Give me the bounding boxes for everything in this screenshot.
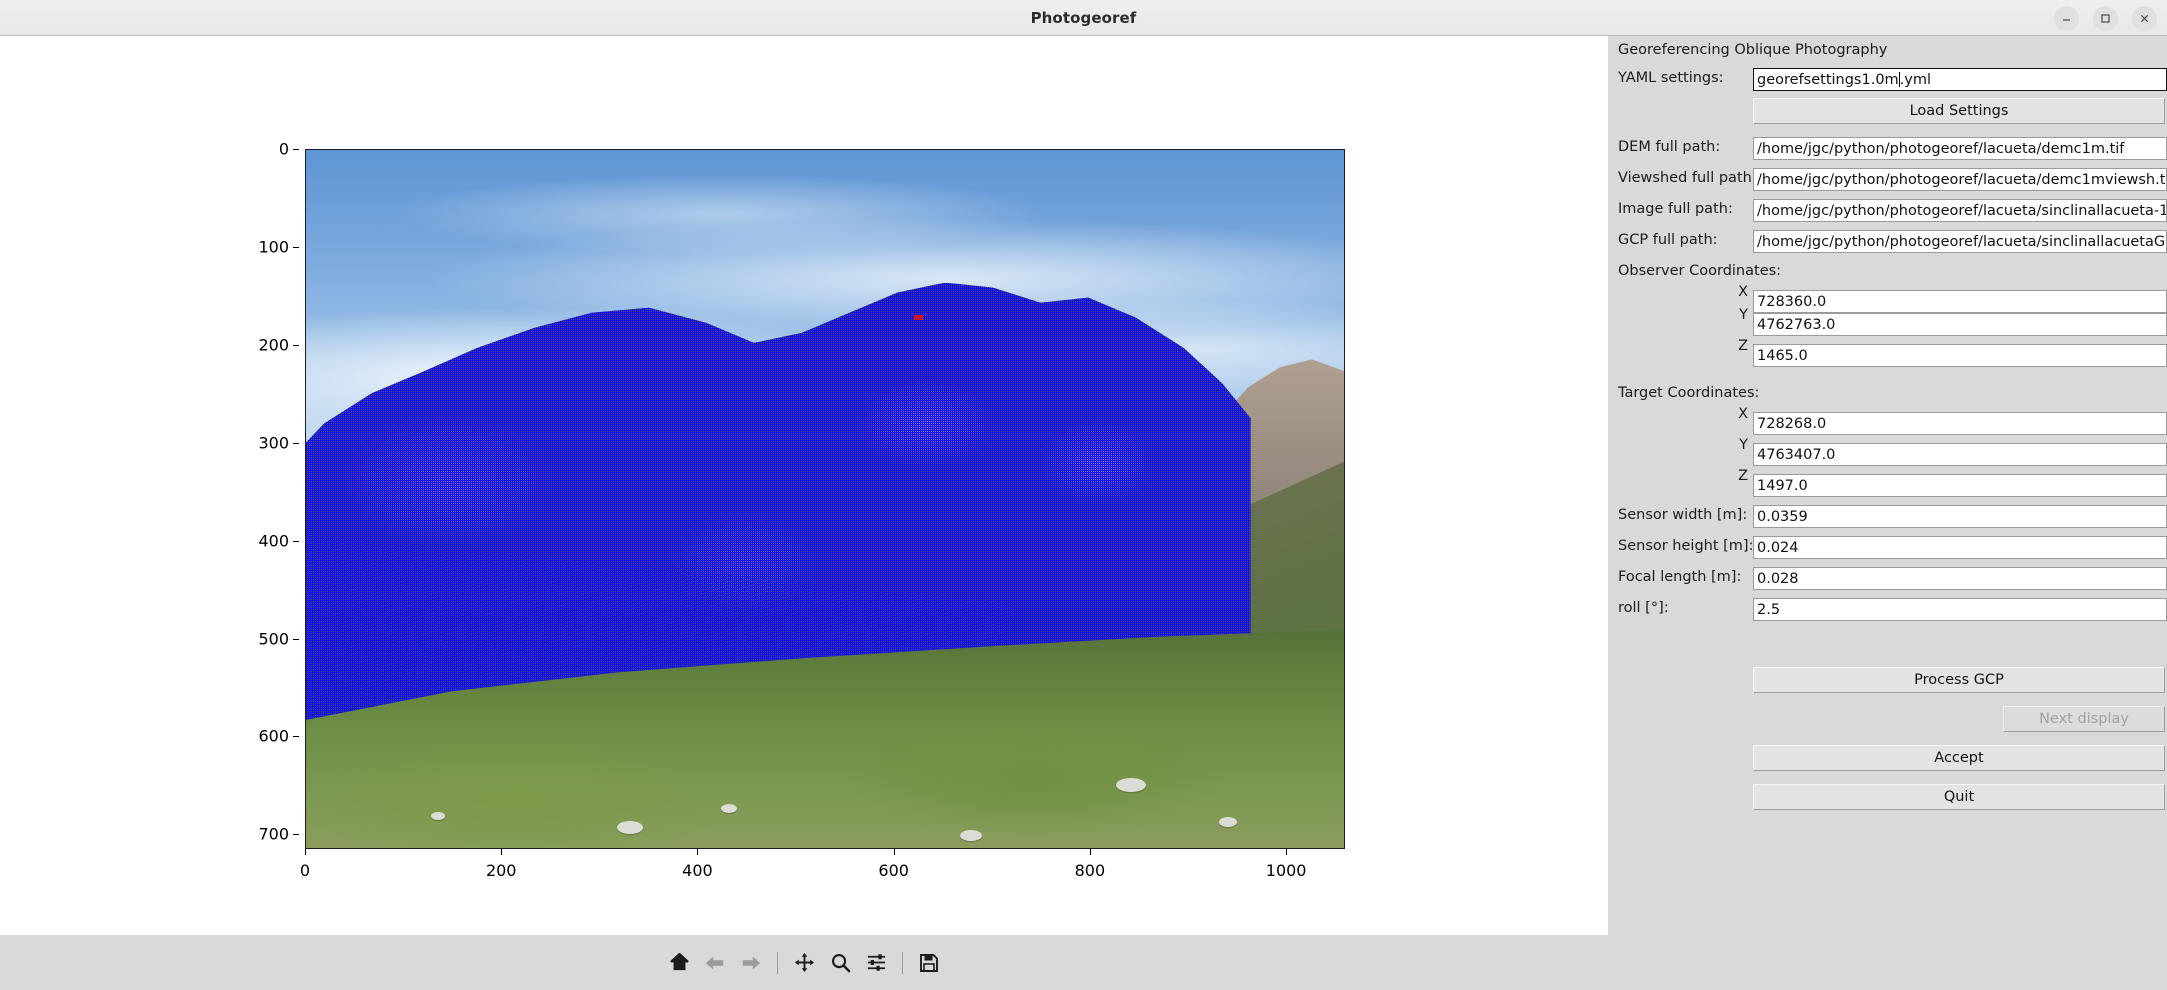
focal-length-label: Focal length [m]:	[1618, 569, 1742, 585]
y-tick-label: 300	[258, 433, 289, 453]
y-tick-mark	[293, 638, 299, 640]
yaml-value-before-caret: georefsettings1.0m	[1757, 71, 1899, 88]
maximize-button[interactable]	[2093, 5, 2118, 31]
window-controls	[2054, 0, 2157, 36]
observer-x-input[interactable]: 728360.0	[1753, 290, 2167, 313]
y-tick-mark	[293, 246, 299, 248]
y-tick-mark	[293, 540, 299, 542]
roll-label: roll [°]:	[1618, 600, 1669, 616]
observer-y-label: Y	[1739, 307, 1748, 323]
sensor-width-label: Sensor width [m]:	[1618, 507, 1748, 523]
target-coordinates-title: Target Coordinates:	[1618, 385, 1760, 401]
viewshed-path-input[interactable]: /home/jgc/python/photogeoref/lacueta/dem…	[1753, 168, 2167, 191]
y-tick-mark	[293, 149, 299, 150]
forward-arrow-icon[interactable]	[733, 946, 769, 980]
yaml-settings-label: YAML settings:	[1618, 70, 1724, 86]
x-tick-mark	[1089, 849, 1091, 855]
gcp-path-label: GCP full path:	[1618, 232, 1718, 248]
target-y-label: Y	[1739, 437, 1748, 453]
focal-length-input[interactable]: 0.028	[1753, 567, 2167, 590]
y-tick-label: 400	[258, 531, 289, 551]
y-tick-label: 100	[258, 237, 289, 257]
roll-input[interactable]: 2.5	[1753, 598, 2167, 621]
toolbar-separator	[902, 951, 903, 974]
rock	[1115, 778, 1146, 793]
settings-panel: Georeferencing Oblique Photography YAML …	[1608, 36, 2167, 990]
x-tick-label: 600	[878, 861, 909, 880]
target-y-input[interactable]: 4763407.0	[1753, 443, 2167, 466]
y-tick-mark	[293, 736, 299, 738]
x-tick-label: 200	[485, 861, 517, 880]
x-tick-mark	[1286, 849, 1288, 855]
save-icon[interactable]	[911, 946, 947, 980]
sensor-height-label: Sensor height [m]:	[1618, 538, 1754, 554]
quit-button[interactable]: Quit	[1753, 784, 2165, 810]
configure-subplots-icon[interactable]	[858, 946, 894, 980]
target-z-input[interactable]: 1497.0	[1753, 474, 2167, 497]
x-axis-ticks: 0 200 400 600 800 1000	[300, 849, 1345, 889]
viewshed-path-label: Viewshed full path:	[1618, 170, 1757, 186]
x-tick-mark	[501, 849, 503, 855]
x-tick-mark	[305, 849, 306, 855]
x-tick-label: 1000	[1265, 861, 1307, 880]
yaml-settings-input[interactable]: georefsettings1.0m .yml	[1753, 68, 2167, 91]
target-x-input[interactable]: 728268.0	[1753, 412, 2167, 435]
sensor-width-input[interactable]: 0.0359	[1753, 505, 2167, 528]
accept-button[interactable]: Accept	[1753, 745, 2165, 771]
matplotlib-toolbar[interactable]	[0, 935, 1608, 990]
back-arrow-icon[interactable]	[697, 946, 733, 980]
observer-z-label: Z	[1738, 338, 1748, 354]
rock	[430, 812, 445, 821]
observer-y-input[interactable]: 4762763.0	[1753, 313, 2167, 336]
process-gcp-button[interactable]: Process GCP	[1753, 667, 2165, 693]
gcp-path-input[interactable]: /home/jgc/python/photogeoref/lacueta/sin…	[1753, 230, 2167, 253]
next-display-label: Next display	[2039, 711, 2129, 727]
dem-path-label: DEM full path:	[1618, 139, 1721, 155]
x-tick-mark	[893, 849, 895, 855]
sensor-height-input[interactable]: 0.024	[1753, 536, 2167, 559]
gcp-marker	[914, 314, 924, 320]
y-tick-mark	[293, 834, 299, 836]
x-tick-label: 0	[299, 861, 311, 880]
toolbar-separator	[777, 951, 778, 974]
image-path-label: Image full path:	[1618, 201, 1733, 217]
process-gcp-label: Process GCP	[1914, 672, 2004, 688]
image-path-input[interactable]: /home/jgc/python/photogeoref/lacueta/sin…	[1753, 199, 2167, 222]
figure-canvas[interactable]: 0 100 200 300 400 500 600 700 0 200 400 600 800 1000	[0, 36, 1608, 935]
home-icon[interactable]	[661, 946, 697, 980]
y-tick-label: 200	[258, 335, 289, 355]
accept-label: Accept	[1934, 750, 1984, 766]
quit-label: Quit	[1943, 789, 1975, 805]
observer-x-label: X	[1738, 284, 1748, 300]
load-settings-button[interactable]: Load Settings	[1753, 98, 2165, 124]
panel-heading: Georeferencing Oblique Photography	[1618, 42, 1888, 58]
photo-viewshed-plot[interactable]: 0 100 200 300 400 500 600 700 0 200 400 600 800 1000	[258, 140, 1345, 880]
minimize-button[interactable]	[2054, 5, 2079, 31]
pan-icon[interactable]	[786, 946, 822, 980]
zoom-icon[interactable]	[822, 946, 858, 980]
next-display-button[interactable]: Next display	[2003, 706, 2165, 732]
yaml-value-after-caret: .yml	[1899, 71, 1932, 88]
dem-path-input[interactable]: /home/jgc/python/photogeoref/lacueta/dem…	[1753, 137, 2167, 160]
x-tick-label: 400	[682, 861, 713, 880]
target-z-label: Z	[1738, 468, 1748, 484]
y-tick-label: 700	[258, 824, 289, 844]
y-axis-ticks: 0 100 200 300 400 500 600 700	[243, 140, 299, 849]
observer-coordinates-title: Observer Coordinates:	[1618, 263, 1782, 279]
window-titlebar: Photogeoref	[0, 0, 2167, 36]
target-x-label: X	[1738, 406, 1748, 422]
y-tick-label: 600	[258, 726, 289, 746]
x-tick-label: 800	[1074, 861, 1106, 880]
y-tick-label: 500	[258, 629, 289, 648]
x-tick-mark	[697, 849, 699, 855]
load-settings-label: Load Settings	[1909, 103, 2009, 119]
y-tick-label: 0	[278, 139, 289, 159]
rock	[959, 830, 982, 842]
oblique-photo-image	[305, 149, 1345, 849]
y-tick-mark	[293, 442, 299, 444]
close-button[interactable]	[2132, 5, 2157, 31]
window-title: Photogeoref	[1030, 8, 1137, 27]
observer-z-input[interactable]: 1465.0	[1753, 344, 2167, 367]
y-tick-mark	[293, 344, 299, 346]
